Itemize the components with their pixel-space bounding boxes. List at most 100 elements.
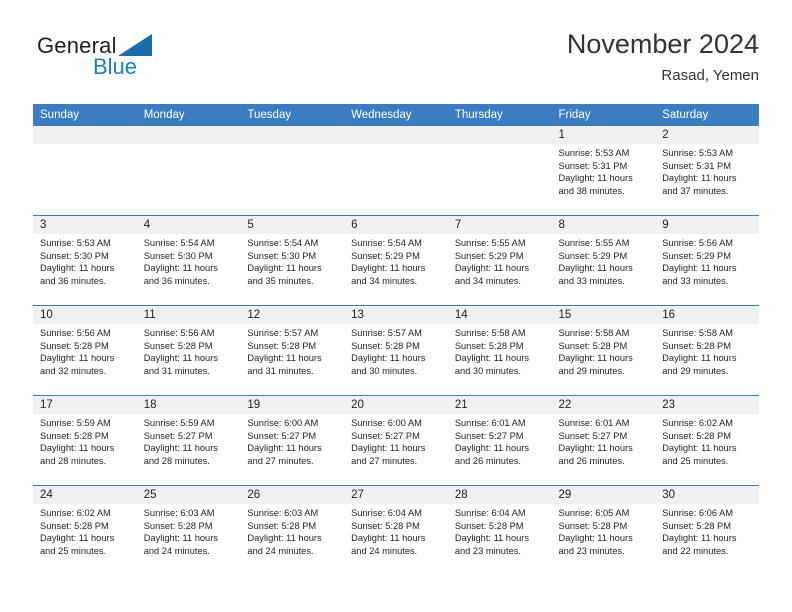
day-number: 6 — [344, 216, 448, 234]
daylight-text-line2: and 33 minutes. — [558, 275, 625, 286]
daylight-text-line2: and 36 minutes. — [40, 275, 107, 286]
calendar-day-cell[interactable]: 27 Sunrise: 6:04 AM Sunset: 5:28 PM Dayligh… — [344, 485, 448, 575]
calendar-day-cell[interactable]: 20 Sunrise: 6:00 AM Sunset: 5:27 PM Dayligh… — [344, 395, 448, 486]
daylight-text-line1: Daylight: 11 hours — [662, 173, 737, 184]
daylight-text-line2: and 23 minutes. — [558, 545, 625, 556]
calendar-day-cell[interactable]: 29 Sunrise: 6:05 AM Sunset: 5:28 PM Dayligh… — [551, 485, 656, 575]
day-number: 23 — [655, 396, 759, 414]
calendar-table: Sunday Monday Tuesday Wednesday Thursday… — [33, 104, 759, 575]
daylight-text-line1: Daylight: 11 hours — [40, 533, 115, 544]
day-details: Sunrise: 5:58 AM Sunset: 5:28 PM Daylight:… — [552, 324, 656, 377]
calendar-day-cell[interactable]: 3 Sunrise: 5:53 AM Sunset: 5:30 PM Daylight… — [33, 215, 137, 306]
day-details: Sunrise: 5:54 AM Sunset: 5:29 PM Daylight:… — [344, 234, 448, 287]
sunrise-text: Sunrise: 5:56 AM — [143, 328, 215, 338]
day-cell-inner: 29 Sunrise: 6:05 AM Sunset: 5:28 PM Dayligh… — [551, 486, 656, 575]
calendar-day-cell[interactable]: 2 Sunrise: 5:53 AM Sunset: 5:31 PM Daylight… — [655, 126, 759, 216]
day-details: Sunrise: 5:55 AM Sunset: 5:29 PM Daylight:… — [552, 234, 656, 287]
calendar-day-cell[interactable]: 17 Sunrise: 5:59 AM Sunset: 5:28 PM Dayligh… — [33, 395, 137, 486]
day-number: 11 — [136, 306, 241, 324]
weekday-header-monday: Monday — [136, 104, 241, 126]
calendar-day-cell[interactable]: 25 Sunrise: 6:03 AM Sunset: 5:28 PM Dayligh… — [136, 485, 241, 575]
calendar-day-cell[interactable]: 16 Sunrise: 5:58 AM Sunset: 5:28 PM Dayligh… — [655, 305, 759, 396]
sunrise-text: Sunrise: 6:00 AM — [247, 418, 319, 428]
day-details: Sunrise: 5:53 AM Sunset: 5:30 PM Daylight:… — [33, 234, 137, 287]
calendar-day-cell[interactable]: 12 Sunrise: 5:57 AM Sunset: 5:28 PM Dayligh… — [240, 305, 345, 396]
calendar-day-cell[interactable]: 7 Sunrise: 5:55 AM Sunset: 5:29 PM Daylight… — [447, 215, 552, 306]
calendar-day-cell[interactable]: 21 Sunrise: 6:01 AM Sunset: 5:27 PM Dayligh… — [447, 395, 552, 486]
calendar-day-cell[interactable]: 30 Sunrise: 6:06 AM Sunset: 5:28 PM Dayligh… — [655, 485, 759, 575]
daylight-text-line1: Daylight: 11 hours — [247, 443, 322, 454]
day-cell-inner — [344, 126, 448, 215]
sunset-text: Sunset: 5:31 PM — [558, 160, 628, 171]
calendar-day-cell[interactable]: 28 Sunrise: 6:04 AM Sunset: 5:28 PM Dayligh… — [447, 485, 552, 575]
sunset-text: Sunset: 5:30 PM — [40, 250, 109, 261]
day-number: 3 — [33, 216, 137, 234]
daylight-text-line2: and 27 minutes. — [247, 455, 314, 466]
sunset-text: Sunset: 5:28 PM — [143, 340, 213, 351]
daylight-text-line1: Daylight: 11 hours — [454, 263, 530, 274]
day-number: 19 — [240, 396, 345, 414]
calendar-day-cell[interactable]: 15 Sunrise: 5:58 AM Sunset: 5:28 PM Dayligh… — [551, 305, 656, 396]
calendar-day-cell[interactable]: 10 Sunrise: 5:56 AM Sunset: 5:28 PM Dayligh… — [33, 305, 137, 396]
sunrise-text: Sunrise: 6:00 AM — [351, 418, 422, 428]
sunset-text: Sunset: 5:28 PM — [558, 520, 628, 531]
calendar-day-cell[interactable]: 18 Sunrise: 5:59 AM Sunset: 5:27 PM Dayligh… — [136, 395, 241, 486]
daylight-text-line1: Daylight: 11 hours — [558, 443, 633, 454]
daylight-text-line2: and 28 minutes. — [40, 455, 107, 466]
day-details: Sunrise: 6:00 AM Sunset: 5:27 PM Daylight:… — [240, 414, 344, 467]
daylight-text-line1: Daylight: 11 hours — [662, 533, 737, 544]
daylight-text-line2: and 23 minutes. — [454, 545, 521, 556]
sunset-text: Sunset: 5:28 PM — [558, 340, 628, 351]
day-number: 24 — [33, 486, 137, 504]
daylight-text-line1: Daylight: 11 hours — [40, 443, 115, 454]
calendar-day-cell[interactable]: 6 Sunrise: 5:54 AM Sunset: 5:29 PM Daylight… — [344, 215, 448, 306]
calendar-week-row: 17 Sunrise: 5:59 AM Sunset: 5:28 PM Dayligh… — [33, 395, 759, 486]
calendar-day-cell[interactable]: 26 Sunrise: 6:03 AM Sunset: 5:28 PM Dayligh… — [240, 485, 345, 575]
day-number: 30 — [655, 486, 759, 504]
sunset-text: Sunset: 5:28 PM — [247, 340, 317, 351]
sunset-text: Sunset: 5:28 PM — [247, 520, 317, 531]
day-details: Sunrise: 5:56 AM Sunset: 5:29 PM Daylight:… — [655, 234, 759, 287]
daylight-text-line1: Daylight: 11 hours — [351, 533, 426, 544]
sunrise-text: Sunrise: 6:04 AM — [351, 508, 422, 518]
daylight-text-line1: Daylight: 11 hours — [662, 443, 737, 454]
calendar-day-cell[interactable]: 23 Sunrise: 6:02 AM Sunset: 5:28 PM Dayligh… — [655, 395, 759, 486]
calendar-week-row: 10 Sunrise: 5:56 AM Sunset: 5:28 PM Dayligh… — [33, 305, 759, 396]
sunrise-text: Sunrise: 5:58 AM — [662, 328, 734, 338]
day-details: Sunrise: 6:03 AM Sunset: 5:28 PM Daylight:… — [137, 504, 241, 557]
calendar-day-cell[interactable]: 11 Sunrise: 5:56 AM Sunset: 5:28 PM Dayligh… — [136, 305, 241, 396]
sunrise-text: Sunrise: 6:03 AM — [143, 508, 215, 518]
day-number: 20 — [344, 396, 448, 414]
daylight-text-line2: and 29 minutes. — [558, 365, 625, 376]
calendar-day-cell[interactable]: 19 Sunrise: 6:00 AM Sunset: 5:27 PM Dayligh… — [240, 395, 345, 486]
general-blue-logo[interactable]: General Blue — [33, 28, 253, 88]
daylight-text-line1: Daylight: 11 hours — [558, 263, 633, 274]
calendar-page: General Blue November 2024 Rasad, Yemen … — [0, 0, 792, 612]
calendar-day-cell[interactable]: 9 Sunrise: 5:56 AM Sunset: 5:29 PM Daylight… — [655, 215, 759, 306]
calendar-day-cell[interactable]: 22 Sunrise: 6:01 AM Sunset: 5:27 PM Dayligh… — [551, 395, 656, 486]
daylight-text-line2: and 32 minutes. — [40, 365, 107, 376]
calendar-day-cell[interactable]: 4 Sunrise: 5:54 AM Sunset: 5:30 PM Daylight… — [136, 215, 241, 306]
sunset-text: Sunset: 5:27 PM — [454, 430, 524, 441]
day-cell-inner: 26 Sunrise: 6:03 AM Sunset: 5:28 PM Dayligh… — [240, 486, 345, 575]
daylight-text-line2: and 24 minutes. — [351, 545, 418, 556]
calendar-day-cell[interactable]: 5 Sunrise: 5:54 AM Sunset: 5:30 PM Daylight… — [240, 215, 345, 306]
calendar-day-cell[interactable]: 1 Sunrise: 5:53 AM Sunset: 5:31 PM Daylight… — [551, 126, 656, 216]
calendar-empty-cell — [136, 126, 241, 216]
sunset-text: Sunset: 5:30 PM — [247, 250, 317, 261]
day-details: Sunrise: 6:01 AM Sunset: 5:27 PM Daylight:… — [552, 414, 656, 467]
day-cell-inner: 6 Sunrise: 5:54 AM Sunset: 5:29 PM Daylight… — [344, 216, 448, 305]
day-details: Sunrise: 5:58 AM Sunset: 5:28 PM Daylight:… — [655, 324, 759, 377]
sunrise-text: Sunrise: 5:54 AM — [247, 238, 319, 248]
calendar-day-cell[interactable]: 24 Sunrise: 6:02 AM Sunset: 5:28 PM Dayligh… — [33, 485, 137, 575]
daylight-text-line1: Daylight: 11 hours — [558, 353, 633, 364]
calendar-day-cell[interactable]: 14 Sunrise: 5:58 AM Sunset: 5:28 PM Dayligh… — [447, 305, 552, 396]
day-number: 29 — [551, 486, 656, 504]
calendar-day-cell[interactable]: 13 Sunrise: 5:57 AM Sunset: 5:28 PM Dayligh… — [344, 305, 448, 396]
day-number: 13 — [344, 306, 448, 324]
daylight-text-line1: Daylight: 11 hours — [247, 353, 322, 364]
calendar-day-cell[interactable]: 8 Sunrise: 5:55 AM Sunset: 5:29 PM Daylight… — [551, 215, 656, 306]
page-title: November 2024 — [566, 29, 759, 59]
day-number: 5 — [240, 216, 345, 234]
day-number: 21 — [447, 396, 552, 414]
